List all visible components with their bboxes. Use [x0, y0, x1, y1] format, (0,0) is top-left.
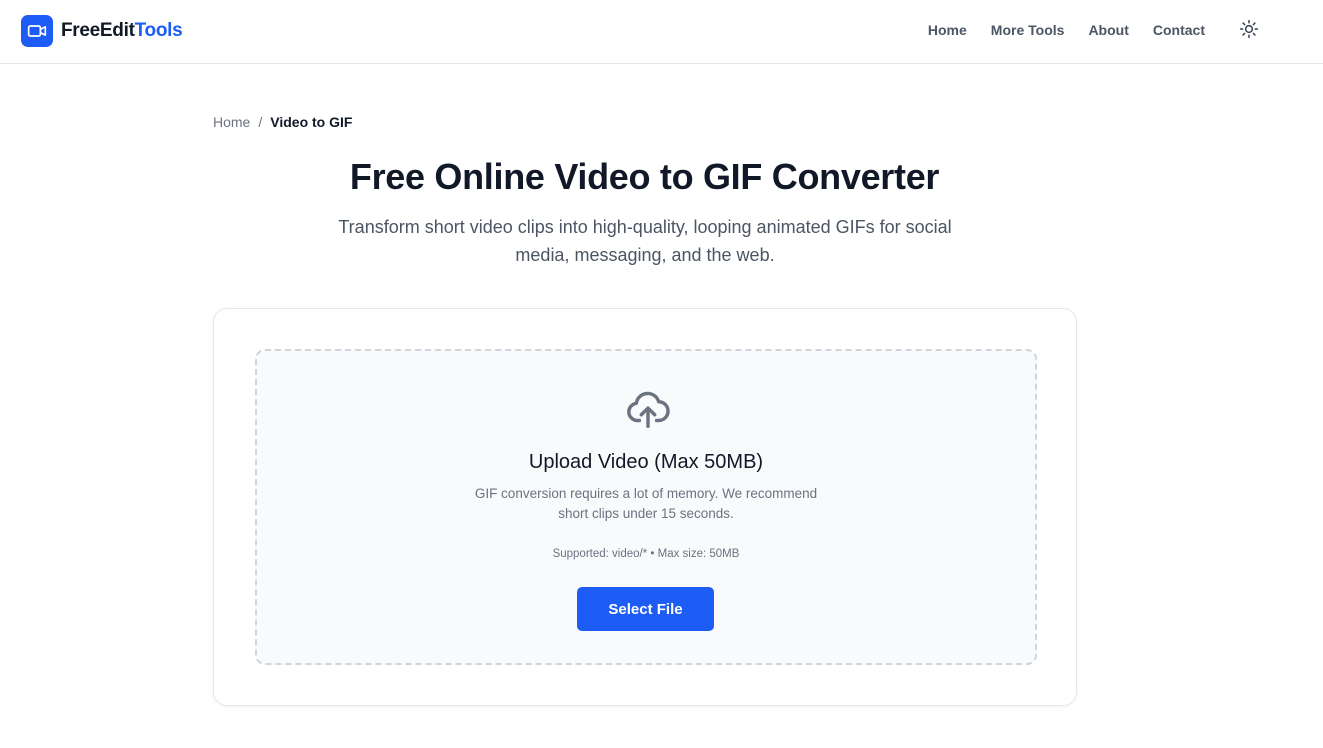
site-header: FreeEditTools Home More Tools About Cont… — [0, 0, 1323, 64]
video-camera-icon — [21, 15, 53, 47]
upload-description: GIF conversion requires a lot of memory.… — [474, 486, 818, 521]
nav-home[interactable]: Home — [928, 22, 967, 38]
theme-toggle-button[interactable] — [1237, 19, 1261, 43]
main-nav: Home More Tools About Contact — [928, 22, 1205, 38]
breadcrumb: Home / Video to GIF — [213, 114, 352, 130]
breadcrumb-separator: / — [258, 114, 263, 130]
nav-more-tools[interactable]: More Tools — [991, 22, 1065, 38]
brand-name: FreeEditTools — [61, 20, 183, 42]
brand-name-part1: FreeEdit — [61, 20, 135, 41]
page-subtitle: Transform short video clips into high-qu… — [338, 217, 952, 265]
page-title: Free Online Video to GIF Converter — [349, 156, 940, 197]
select-file-button[interactable]: Select File — [577, 587, 714, 631]
brand-name-part2: Tools — [134, 20, 183, 41]
nav-about[interactable]: About — [1088, 22, 1128, 38]
upload-card: Upload Video (Max 50MB) GIF conversion r… — [213, 308, 1077, 706]
upload-supported-formats: Supported: video/* • Max size: 50MB — [552, 548, 740, 560]
upload-title: Upload Video (Max 50MB) — [528, 451, 764, 473]
breadcrumb-current: Video to GIF — [270, 114, 353, 130]
upload-dropzone[interactable]: Upload Video (Max 50MB) GIF conversion r… — [255, 349, 1037, 665]
cloud-upload-icon — [624, 385, 672, 433]
sun-icon — [1239, 19, 1259, 44]
brand-logo-link[interactable]: FreeEditTools — [21, 15, 183, 47]
breadcrumb-home[interactable]: Home — [213, 114, 250, 130]
nav-contact[interactable]: Contact — [1153, 22, 1205, 38]
